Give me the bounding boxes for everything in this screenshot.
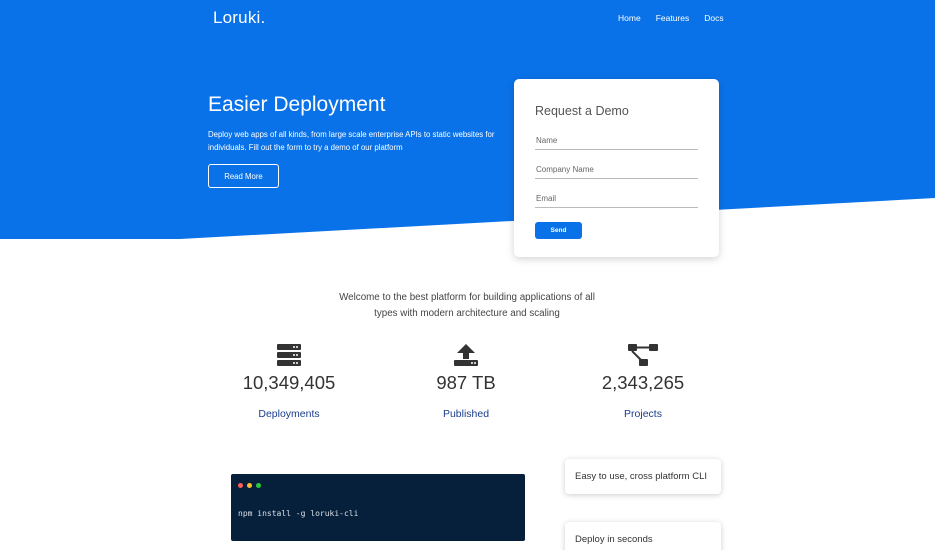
- stat-label: Published: [442, 408, 490, 420]
- request-demo-card: Request a Demo Name Company Name Email S…: [514, 79, 719, 257]
- hero-title: Easier Deployment: [208, 93, 386, 116]
- nav-home[interactable]: Home: [618, 13, 641, 23]
- stat-projects: 2,343,265 Projects: [573, 343, 713, 420]
- stat-value: 2,343,265: [601, 372, 685, 393]
- server-icon: [277, 344, 301, 366]
- maximize-dot-icon: [256, 483, 261, 488]
- stat-label: Deployments: [258, 408, 320, 420]
- stat-value: 10,349,405: [242, 372, 336, 393]
- hero-background: [0, 0, 935, 239]
- stat-published: 987 TB Published: [396, 343, 536, 420]
- stat-label: Projects: [624, 408, 662, 420]
- read-more-button[interactable]: Read More: [208, 164, 279, 188]
- welcome-text: Welcome to the best platform for buildin…: [339, 292, 595, 319]
- feature-card-deploy: Deploy in seconds: [565, 522, 721, 550]
- close-dot-icon: [238, 483, 243, 488]
- name-field[interactable]: Name: [535, 136, 698, 150]
- send-button[interactable]: Send: [535, 222, 582, 239]
- nav-docs[interactable]: Docs: [704, 13, 723, 23]
- hero-description: Deploy web apps of all kinds, from large…: [208, 130, 495, 152]
- nav-features[interactable]: Features: [656, 13, 690, 23]
- company-name-field[interactable]: Company Name: [535, 165, 698, 179]
- terminal-command: npm install -g loruki-cli: [238, 509, 359, 518]
- brand-logo[interactable]: Loruki.: [213, 8, 265, 28]
- cli-terminal: npm install -g loruki-cli: [231, 474, 525, 541]
- feature-card-cli: Easy to use, cross platform CLI: [565, 459, 721, 494]
- email-field[interactable]: Email: [535, 194, 698, 208]
- main-nav: Home Features Docs: [618, 13, 739, 23]
- hero-section: [0, 0, 935, 245]
- stat-value: 987 TB: [436, 372, 496, 393]
- upload-icon: [454, 344, 478, 366]
- request-demo-title: Request a Demo: [535, 104, 629, 118]
- stat-deployments: 10,349,405 Deployments: [219, 343, 359, 420]
- minimize-dot-icon: [247, 483, 252, 488]
- project-diagram-icon: [628, 344, 658, 366]
